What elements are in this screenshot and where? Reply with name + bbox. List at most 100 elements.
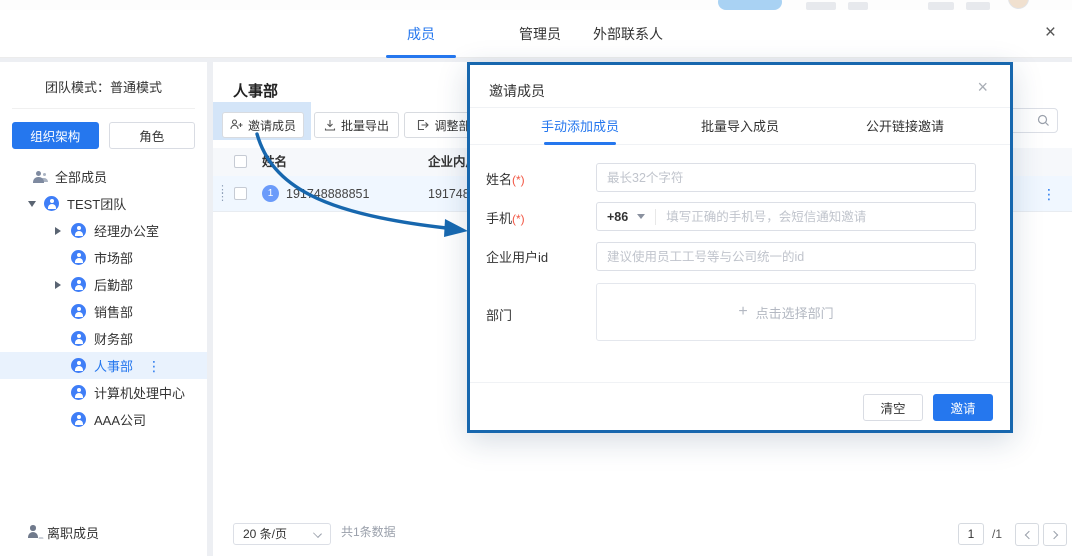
person-icon (26, 525, 40, 539)
sidebar-item-label: TEST团队 (67, 194, 126, 213)
select-department-button[interactable]: + 点击选择部门 (596, 283, 976, 341)
sidebar-item-hr[interactable]: 人事部 (0, 352, 207, 379)
department-icon (71, 358, 86, 373)
plus-icon: + (738, 303, 747, 321)
page-size-value: 20 条/页 (243, 527, 287, 541)
department-icon (71, 223, 86, 238)
sidebar-item-finance[interactable]: 财务部 (0, 325, 207, 352)
sidebar-item-logistics[interactable]: 后勤部 (0, 271, 207, 298)
phone-field-label: 手机(*) (486, 208, 525, 227)
department-icon (71, 304, 86, 319)
chevron-down-icon (313, 529, 322, 538)
sidebar-item-manager-office[interactable]: 经理办公室 (0, 217, 207, 244)
required-mark: (*) (512, 212, 525, 226)
chevron-right-icon[interactable] (55, 281, 71, 289)
required-mark: (*) (512, 173, 525, 187)
row-checkbox[interactable] (234, 187, 247, 200)
tab-members[interactable]: 成员 (386, 10, 456, 58)
modal-title: 邀请成员 (489, 81, 545, 101)
modal-close-icon[interactable]: × (977, 77, 988, 98)
sidebar-item-aaa-company[interactable]: AAA公司 (0, 406, 207, 433)
avatar (1008, 0, 1029, 9)
chevron-right-icon[interactable] (55, 227, 71, 235)
sidebar-item-all-members[interactable]: 全部成员 (0, 163, 207, 190)
chevron-right-icon (1050, 531, 1058, 539)
phone-field: +86 (596, 202, 976, 231)
page-title: 人事部 (233, 80, 278, 101)
move-out-icon (417, 119, 429, 131)
download-icon (324, 119, 336, 131)
tab-external-contacts[interactable]: 外部联系人 (592, 10, 664, 58)
department-icon (71, 385, 86, 400)
tab-admins[interactable]: 管理员 (508, 10, 572, 58)
sidebar-item-label: 后勤部 (94, 275, 133, 294)
name-field-label: 姓名(*) (486, 169, 525, 188)
chevron-down-icon[interactable] (637, 214, 645, 219)
department-icon (44, 196, 59, 211)
department-field-label: 部门 (486, 305, 512, 324)
group-icon (32, 170, 48, 184)
department-tree: 全部成员 TEST团队 经理办公室 市场部 后勤部 (0, 163, 207, 433)
row-more-icon[interactable] (1042, 186, 1056, 203)
department-icon (71, 412, 86, 427)
add-person-icon (230, 119, 243, 131)
country-code-select[interactable]: +86 (597, 210, 628, 224)
clear-button[interactable]: 清空 (863, 394, 923, 421)
sidebar-item-label: 全部成员 (55, 167, 107, 186)
cropped-toolbar-item (966, 2, 990, 10)
sidebar-item-test-team[interactable]: TEST团队 (0, 190, 207, 217)
next-page-button[interactable] (1043, 523, 1067, 546)
name-input[interactable] (596, 163, 976, 192)
tab-manual-add[interactable]: 手动添加成员 (541, 108, 619, 145)
team-mode-title: 团队模式：普通模式 (0, 62, 207, 108)
org-structure-button[interactable]: 组织架构 (12, 122, 99, 149)
sidebar-item-resigned-members[interactable]: 离职成员 (0, 518, 207, 546)
cropped-toolbar-item (848, 2, 868, 10)
divider (470, 382, 1010, 383)
sidebar-item-label: 人事部 (94, 356, 133, 375)
invite-member-modal: 邀请成员 × 手动添加成员 批量导入成员 公开链接邀请 姓名(*) 手机(*) … (467, 62, 1013, 433)
screen: 成员 管理员 外部联系人 × 团队模式：普通模式 组织架构 角色 全部成员 TE… (0, 0, 1072, 556)
cropped-toolbar-item (928, 2, 954, 10)
modal-tabs: 手动添加成员 批量导入成员 公开链接邀请 (470, 107, 1010, 145)
batch-export-button[interactable]: 批量导出 (314, 112, 399, 138)
user-id-input[interactable] (596, 242, 976, 271)
member-name: 191748888851 (286, 176, 369, 212)
tab-batch-import[interactable]: 批量导入成员 (701, 108, 779, 145)
drag-handle-icon[interactable] (217, 187, 227, 200)
tab-public-link[interactable]: 公开链接邀请 (866, 108, 944, 145)
sidebar-item-label: 计算机处理中心 (94, 383, 185, 402)
page-total-label: /1 (992, 527, 1002, 541)
department-icon (71, 277, 86, 292)
sidebar-item-label: 销售部 (94, 302, 133, 321)
select-all-checkbox[interactable] (234, 155, 247, 168)
sidebar: 团队模式：普通模式 组织架构 角色 全部成员 TEST团队 经理办公室 (0, 62, 207, 556)
top-tab-bar: 成员 管理员 外部联系人 × (0, 10, 1072, 58)
close-icon[interactable]: × (1045, 10, 1056, 58)
button-label: 邀请成员 (248, 117, 296, 134)
invite-submit-button[interactable]: 邀请 (933, 394, 993, 421)
page-size-select[interactable]: 20 条/页 (233, 523, 331, 545)
search-icon (1037, 114, 1050, 127)
chevron-down-icon[interactable] (28, 201, 44, 207)
user-id-field-label: 企业用户id (486, 247, 548, 266)
phone-input[interactable] (656, 210, 975, 224)
role-button[interactable]: 角色 (109, 122, 196, 149)
sidebar-item-computer-center[interactable]: 计算机处理中心 (0, 379, 207, 406)
top-cropped-toolbar (0, 0, 1072, 10)
sidebar-item-label: 离职成员 (47, 523, 99, 542)
sidebar-item-label: 市场部 (94, 248, 133, 267)
total-count-label: 共1条数据 (341, 523, 396, 540)
column-header-name: 姓名 (262, 148, 287, 176)
sidebar-item-sales[interactable]: 销售部 (0, 298, 207, 325)
sidebar-item-label: AAA公司 (94, 410, 146, 429)
avatar: 1 (262, 185, 279, 202)
prev-page-button[interactable] (1015, 523, 1039, 546)
invite-member-button[interactable]: 邀请成员 (222, 112, 304, 138)
more-icon[interactable] (147, 359, 161, 373)
sidebar-item-marketing[interactable]: 市场部 (0, 244, 207, 271)
chevron-left-icon (1025, 531, 1033, 539)
select-department-label: 点击选择部门 (756, 303, 834, 322)
page-number-input[interactable]: 1 (958, 523, 984, 545)
department-icon (71, 331, 86, 346)
